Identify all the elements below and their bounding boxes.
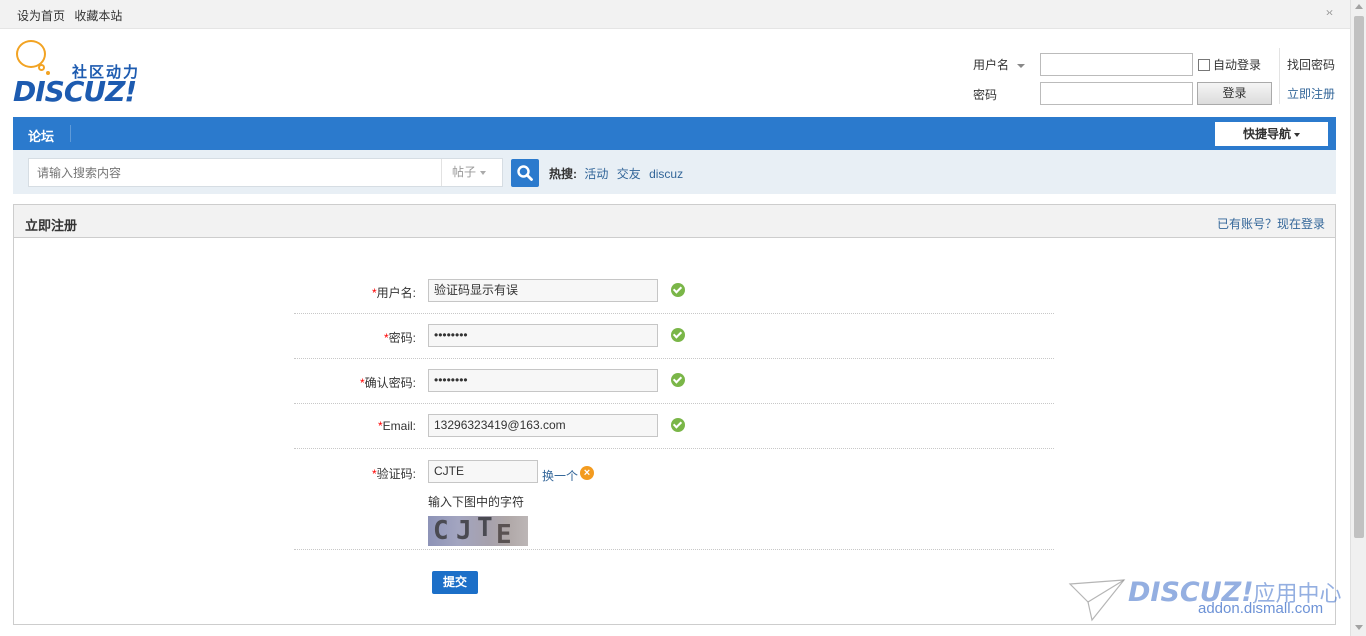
- change-captcha-link[interactable]: 换一个: [542, 467, 578, 484]
- captcha-input[interactable]: CJTE: [428, 460, 538, 483]
- password-label: 密码: [973, 88, 998, 102]
- caret-down-icon: [1017, 63, 1026, 68]
- label-text: 密码:: [388, 331, 416, 345]
- check-ok-icon: [671, 418, 685, 432]
- username-type-select[interactable]: 用户名: [973, 56, 1026, 73]
- captcha-char: J: [456, 516, 472, 546]
- captcha-char: C: [433, 516, 449, 546]
- search-input[interactable]: [29, 159, 441, 186]
- username-field-label: *用户名:: [294, 284, 416, 301]
- password-input[interactable]: ••••••••: [428, 324, 658, 347]
- login-username-input[interactable]: [1040, 53, 1193, 76]
- form-row-confirm-password: *确认密码: ••••••••: [294, 368, 1054, 404]
- email-input[interactable]: 13296323419@163.com: [428, 414, 658, 437]
- login-divider: [1279, 48, 1280, 104]
- confirm-password-field-label: *确认密码:: [294, 374, 416, 391]
- label-text: 验证码:: [376, 467, 416, 481]
- logo-en-text: DISCUZ!: [13, 75, 137, 108]
- label-text: 确认密码:: [364, 376, 416, 390]
- username-input[interactable]: 验证码显示有误: [428, 279, 658, 302]
- find-password-link[interactable]: 找回密码: [1287, 56, 1335, 73]
- scrollbar-thumb[interactable]: [1354, 16, 1364, 538]
- login-button[interactable]: 登录: [1197, 82, 1272, 105]
- quick-nav-label: 快捷导航: [1242, 127, 1291, 141]
- login-password-input[interactable]: [1040, 82, 1193, 105]
- checkbox-icon[interactable]: [1198, 59, 1210, 71]
- hot-link-friends[interactable]: 交友: [617, 167, 641, 181]
- search-type-select[interactable]: 帖子: [441, 159, 502, 186]
- auto-login-label: 自动登录: [1213, 58, 1262, 72]
- label-text: Email:: [382, 419, 416, 433]
- captcha-char: T: [477, 516, 493, 543]
- check-ok-icon: [671, 283, 685, 297]
- search-icon: [517, 165, 533, 181]
- label-text: 用户名:: [376, 286, 416, 300]
- set-homepage-link[interactable]: 设为首页: [17, 9, 65, 23]
- nav-item-forum[interactable]: 论坛: [28, 126, 54, 145]
- bookmark-site-link[interactable]: 收藏本站: [74, 9, 122, 23]
- site-logo[interactable]: 社区动力 DISCUZ!: [12, 38, 152, 108]
- quick-nav-button[interactable]: 快捷导航: [1215, 122, 1328, 146]
- top-links: 设为首页 收藏本站: [17, 7, 128, 24]
- captcha-char: E: [496, 520, 512, 546]
- captcha-image[interactable]: C J T E: [428, 516, 528, 546]
- register-header: 立即注册 已有账号？现在登录: [14, 205, 1335, 238]
- login-panel: 用户名 自动登录 找回密码 密码 登录 立即注册: [970, 48, 1340, 112]
- register-link[interactable]: 立即注册: [1287, 85, 1335, 102]
- top-bar: 设为首页 收藏本站 ›‹: [0, 0, 1350, 29]
- search-bar: 帖子 热搜: 活动 交友 discuz: [13, 150, 1336, 194]
- username-label: 用户名: [973, 58, 1010, 72]
- hot-link-discuz[interactable]: discuz: [649, 167, 683, 181]
- collapse-icon[interactable]: ›‹: [1326, 5, 1333, 19]
- form-row-username: *用户名: 验证码显示有误: [294, 278, 1054, 314]
- nav-divider: [70, 125, 71, 142]
- confirm-password-input[interactable]: ••••••••: [428, 369, 658, 392]
- captcha-field-label: *验证码:: [294, 465, 416, 482]
- form-row-email: *Email: 13296323419@163.com: [294, 413, 1054, 449]
- page-title: 立即注册: [25, 218, 78, 233]
- scroll-up-arrow-icon[interactable]: [1355, 4, 1363, 9]
- email-field-label: *Email:: [294, 419, 416, 433]
- search-type-label: 帖子: [452, 165, 477, 179]
- form-row-captcha: *验证码: CJTE 换一个 × 输入下图中的字符 C J T E: [294, 449, 1054, 550]
- login-now-link[interactable]: 已有账号？现在登录: [1217, 215, 1325, 232]
- caret-down-icon: [480, 170, 487, 175]
- page-scrollbar[interactable]: [1350, 0, 1366, 636]
- search-box: 帖子: [28, 158, 503, 187]
- search-button[interactable]: [511, 159, 539, 187]
- scroll-down-arrow-icon[interactable]: [1355, 625, 1363, 630]
- register-panel: 立即注册 已有账号？现在登录 *用户名: 验证码显示有误 *密码: ••••••…: [13, 204, 1336, 625]
- check-ok-icon: [671, 373, 685, 387]
- password-field-label: *密码:: [294, 329, 416, 346]
- error-x-icon: ×: [580, 466, 594, 480]
- submit-button[interactable]: 提交: [432, 571, 478, 594]
- captcha-hint: 输入下图中的字符: [428, 495, 525, 509]
- form-row-password: *密码: ••••••••: [294, 323, 1054, 359]
- logo-bubble-tail: [38, 64, 45, 71]
- hot-search: 热搜: 活动 交友 discuz: [549, 165, 688, 182]
- main-nav: 论坛 快捷导航: [13, 117, 1336, 150]
- check-ok-icon: [671, 328, 685, 342]
- auto-login-checkbox[interactable]: 自动登录: [1198, 56, 1261, 73]
- hot-search-label: 热搜:: [549, 167, 577, 181]
- hot-link-activity[interactable]: 活动: [584, 167, 608, 181]
- caret-down-icon: [1294, 132, 1300, 137]
